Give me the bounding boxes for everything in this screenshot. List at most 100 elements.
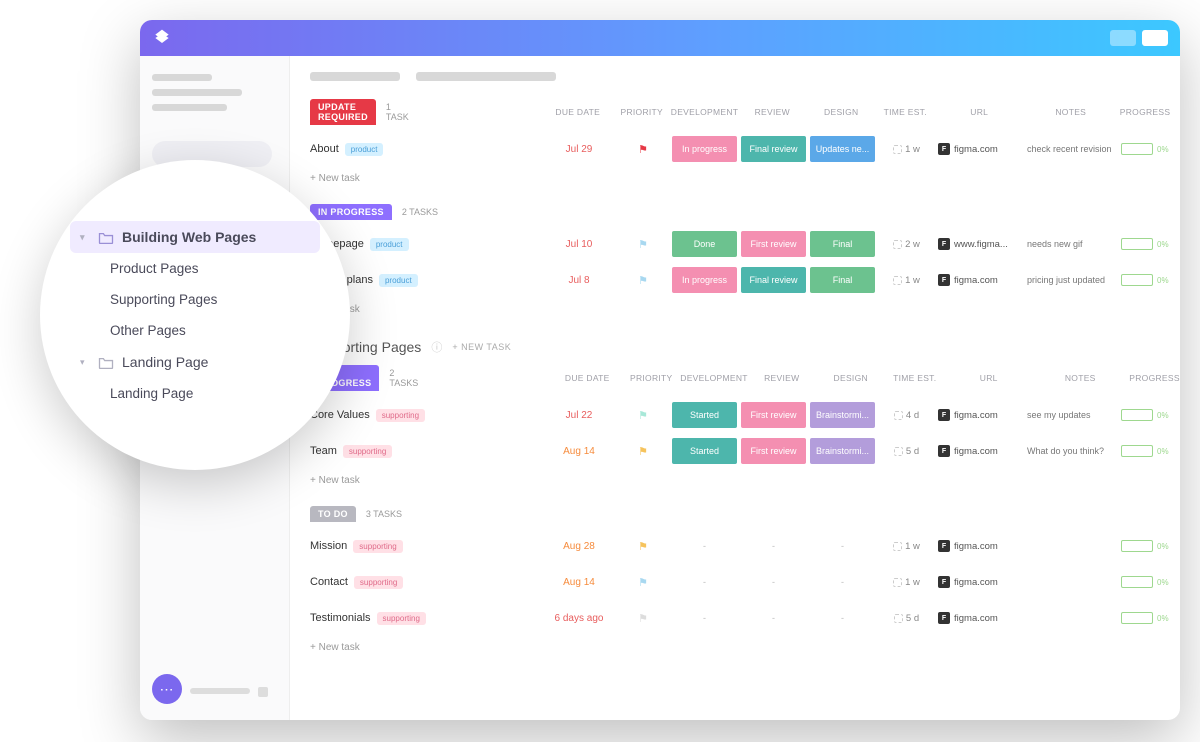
info-icon[interactable]: ⓘ xyxy=(431,339,442,355)
stage-development[interactable]: Done xyxy=(672,231,737,257)
task-notes[interactable]: needs new gif xyxy=(1027,239,1117,250)
task-due[interactable]: Jul 22 xyxy=(544,410,614,421)
task-progress[interactable]: 0% xyxy=(1121,143,1171,155)
time-estimate[interactable]: 5 d xyxy=(879,446,934,457)
task-notes[interactable]: What do you think? xyxy=(1027,446,1117,457)
stage-review[interactable]: First review xyxy=(741,438,806,464)
task-url[interactable]: Ffigma.com xyxy=(938,540,1023,552)
task-tag[interactable]: product xyxy=(345,143,384,156)
task-tag[interactable]: product xyxy=(379,274,418,287)
stage-development[interactable]: In progress xyxy=(672,267,737,293)
task-due[interactable]: Jul 8 xyxy=(544,275,614,286)
task-url[interactable]: Ffigma.com xyxy=(938,143,1023,155)
task-progress[interactable]: 0% xyxy=(1121,445,1171,457)
task-tag[interactable]: supporting xyxy=(343,445,392,458)
nav-supporting-pages[interactable]: Supporting Pages xyxy=(70,284,320,315)
task-row[interactable]: Core Valuessupporting Jul 22 ⚑ Started F… xyxy=(310,397,1160,433)
stage-development[interactable]: - xyxy=(672,533,737,559)
time-estimate[interactable]: 1 w xyxy=(879,541,934,552)
priority-flag-icon[interactable]: ⚑ xyxy=(618,274,668,287)
stage-design[interactable]: Brainstormi... xyxy=(810,438,875,464)
priority-flag-icon[interactable]: ⚑ xyxy=(618,540,668,553)
new-task-button[interactable]: + New task xyxy=(310,469,1160,492)
priority-flag-icon[interactable]: ⚑ xyxy=(618,445,668,458)
task-due[interactable]: Aug 14 xyxy=(544,577,614,588)
stage-development[interactable]: Started xyxy=(672,438,737,464)
task-due[interactable]: 6 days ago xyxy=(544,613,614,624)
task-url[interactable]: Ffigma.com xyxy=(938,409,1023,421)
task-tag[interactable]: supporting xyxy=(354,576,403,589)
stage-development[interactable]: In progress xyxy=(672,136,737,162)
stage-review[interactable]: Final review xyxy=(741,267,806,293)
stage-review[interactable]: First review xyxy=(741,402,806,428)
new-task-button[interactable]: + New task xyxy=(310,298,1160,321)
priority-flag-icon[interactable]: ⚑ xyxy=(618,409,668,422)
stage-review[interactable]: - xyxy=(741,605,806,631)
task-row[interactable]: Teamsupporting Aug 14 ⚑ Started First re… xyxy=(310,433,1160,469)
stage-review[interactable]: Final review xyxy=(741,136,806,162)
chat-button[interactable]: ⋯ xyxy=(152,674,182,704)
stage-development[interactable]: Started xyxy=(672,402,737,428)
task-progress[interactable]: 0% xyxy=(1121,540,1171,552)
stage-design[interactable]: Final xyxy=(810,267,875,293)
stage-development[interactable]: - xyxy=(672,569,737,595)
task-row[interactable]: Contactsupporting Aug 14 ⚑ - - - 1 w Ffi… xyxy=(310,564,1160,600)
task-row[interactable]: Homepageproduct Jul 10 ⚑ Done First revi… xyxy=(310,226,1160,262)
time-estimate[interactable]: 1 w xyxy=(879,577,934,588)
stage-design[interactable]: - xyxy=(810,605,875,631)
time-estimate[interactable]: 2 w xyxy=(879,239,934,250)
task-due[interactable]: Aug 28 xyxy=(544,541,614,552)
nav-product-pages[interactable]: Product Pages xyxy=(70,253,320,284)
nav-landing-page-folder[interactable]: ▾ Landing Page xyxy=(70,346,320,378)
task-tag[interactable]: product xyxy=(370,238,409,251)
new-task-button[interactable]: + New task xyxy=(310,167,1160,190)
time-estimate[interactable]: 5 d xyxy=(879,613,934,624)
priority-flag-icon[interactable]: ⚑ xyxy=(618,612,668,625)
window-maximize-button[interactable] xyxy=(1142,30,1168,46)
window-minimize-button[interactable] xyxy=(1110,30,1136,46)
task-url[interactable]: Ffigma.com xyxy=(938,576,1023,588)
nav-building-web-pages[interactable]: ▾ Building Web Pages xyxy=(70,221,320,253)
task-notes[interactable]: pricing just updated xyxy=(1027,275,1117,286)
task-url[interactable]: Ffigma.com xyxy=(938,274,1023,286)
task-due[interactable]: Jul 29 xyxy=(544,144,614,155)
task-due[interactable]: Aug 14 xyxy=(544,446,614,457)
stage-design[interactable]: - xyxy=(810,569,875,595)
new-task-button[interactable]: + NEW TASK xyxy=(452,342,511,352)
task-url[interactable]: Ffigma.com xyxy=(938,445,1023,457)
priority-flag-icon[interactable]: ⚑ xyxy=(618,143,668,156)
time-estimate[interactable]: 1 w xyxy=(879,144,934,155)
stage-development[interactable]: - xyxy=(672,605,737,631)
task-row[interactable]: Pricing plansproduct Jul 8 ⚑ In progress… xyxy=(310,262,1160,298)
task-due[interactable]: Jul 10 xyxy=(544,239,614,250)
stage-review[interactable]: - xyxy=(741,533,806,559)
task-url[interactable]: Ffigma.com xyxy=(938,612,1023,624)
priority-flag-icon[interactable]: ⚑ xyxy=(618,576,668,589)
task-row[interactable]: Testimonialssupporting 6 days ago ⚑ - - … xyxy=(310,600,1160,636)
task-tag[interactable]: supporting xyxy=(376,409,425,422)
stage-design[interactable]: Brainstormi... xyxy=(810,402,875,428)
stage-design[interactable]: - xyxy=(810,533,875,559)
task-url[interactable]: Fwww.figma... xyxy=(938,238,1023,250)
task-tag[interactable]: supporting xyxy=(353,540,402,553)
status-pill[interactable]: IN PROGRESS xyxy=(310,204,392,220)
task-progress[interactable]: 0% xyxy=(1121,274,1171,286)
task-progress[interactable]: 0% xyxy=(1121,576,1171,588)
stage-design[interactable]: Updates ne... xyxy=(810,136,875,162)
nav-other-pages[interactable]: Other Pages xyxy=(70,315,320,346)
stage-review[interactable]: First review xyxy=(741,231,806,257)
status-pill[interactable]: UPDATE REQUIRED xyxy=(310,99,376,125)
task-notes[interactable]: see my updates xyxy=(1027,410,1117,421)
task-row[interactable]: Aboutproduct Jul 29 ⚑ In progress Final … xyxy=(310,131,1160,167)
time-estimate[interactable]: 1 w xyxy=(879,275,934,286)
priority-flag-icon[interactable]: ⚑ xyxy=(618,238,668,251)
task-progress[interactable]: 0% xyxy=(1121,238,1171,250)
task-progress[interactable]: 0% xyxy=(1121,409,1171,421)
stage-design[interactable]: Final xyxy=(810,231,875,257)
time-estimate[interactable]: 4 d xyxy=(879,410,934,421)
task-progress[interactable]: 0% xyxy=(1121,612,1171,624)
task-tag[interactable]: supporting xyxy=(377,612,426,625)
stage-review[interactable]: - xyxy=(741,569,806,595)
task-notes[interactable]: check recent revision xyxy=(1027,144,1117,155)
task-row[interactable]: Missionsupporting Aug 28 ⚑ - - - 1 w Ffi… xyxy=(310,528,1160,564)
